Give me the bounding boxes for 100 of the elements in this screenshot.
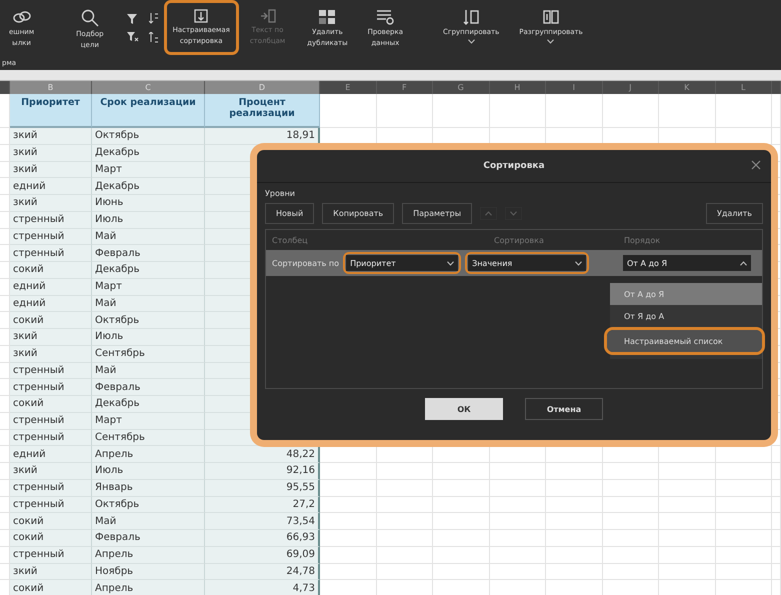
ok-button[interactable]: ОК bbox=[425, 398, 503, 420]
delete-button[interactable]: Удалить bbox=[706, 203, 763, 224]
table-cell: Апрель bbox=[92, 546, 205, 564]
dropdown-option[interactable]: Настраиваемый список bbox=[607, 330, 762, 352]
checklist-icon bbox=[376, 9, 394, 25]
sort-icon[interactable] bbox=[148, 32, 158, 42]
empty-cell bbox=[376, 564, 433, 580]
empty-cell bbox=[376, 463, 433, 480]
empty-cell bbox=[433, 463, 490, 480]
empty-cell bbox=[546, 463, 602, 480]
table-cell: едний bbox=[10, 178, 92, 195]
empty-cell bbox=[602, 94, 659, 128]
column-title: Порядок bbox=[624, 236, 662, 244]
empty-cell bbox=[772, 480, 781, 496]
empty-cell bbox=[433, 564, 490, 580]
table-cell: 66,93 bbox=[205, 530, 320, 547]
empty-cell bbox=[546, 530, 602, 547]
table-cell: зкий bbox=[10, 463, 92, 480]
order-select[interactable]: От А до Я bbox=[623, 255, 751, 271]
table-cell: стренный bbox=[10, 379, 92, 396]
empty-cell bbox=[433, 480, 490, 496]
table-cell: стренный bbox=[10, 430, 92, 446]
table-cell: сокий bbox=[10, 530, 92, 547]
magnifier-icon bbox=[80, 9, 99, 27]
table-cell: Декабрь bbox=[92, 396, 205, 413]
sort-list-icon bbox=[194, 9, 208, 23]
chevron-down-icon bbox=[447, 260, 454, 266]
empty-cell bbox=[716, 463, 772, 480]
table-cell: Ноябрь bbox=[92, 564, 205, 580]
empty-cell bbox=[546, 546, 602, 564]
dialog-button[interactable]: Новый bbox=[265, 203, 314, 224]
empty-cell bbox=[490, 480, 546, 496]
column-select[interactable]: Приоритет bbox=[346, 255, 458, 271]
empty-cell bbox=[716, 530, 772, 547]
table-cell: сокий bbox=[10, 262, 92, 279]
close-icon[interactable] bbox=[751, 160, 761, 170]
empty-cell bbox=[602, 463, 659, 480]
table-cell: Март bbox=[92, 412, 205, 430]
empty-cell bbox=[602, 496, 659, 514]
empty-cell bbox=[602, 513, 659, 530]
empty-cell bbox=[659, 463, 716, 480]
table-cell: Октябрь bbox=[92, 496, 205, 514]
table-cell: Сентябрь bbox=[92, 346, 205, 362]
empty-cell bbox=[546, 496, 602, 514]
empty-cell bbox=[490, 94, 546, 128]
empty-cell bbox=[602, 564, 659, 580]
table-cell: Апрель bbox=[92, 580, 205, 595]
table-cell: едний bbox=[10, 296, 92, 312]
dialog-button[interactable]: Копировать bbox=[322, 203, 394, 224]
cancel-button[interactable]: Отмена bbox=[525, 398, 603, 420]
chevron-down-icon bbox=[510, 211, 518, 216]
dropdown-option[interactable]: От Я до А bbox=[610, 305, 762, 327]
table-cell: Сентябрь bbox=[92, 430, 205, 446]
empty-cell bbox=[772, 128, 781, 145]
empty-cell bbox=[433, 513, 490, 530]
table-cell: зкий bbox=[10, 564, 92, 580]
empty-cell bbox=[376, 530, 433, 547]
empty-cell bbox=[602, 480, 659, 496]
table-cell: Июль bbox=[92, 463, 205, 480]
empty-cell bbox=[490, 463, 546, 480]
empty-cell bbox=[376, 513, 433, 530]
empty-cell bbox=[716, 94, 772, 128]
table-cell: стренный bbox=[10, 362, 92, 380]
sort-on-select[interactable]: Значения bbox=[468, 255, 586, 271]
column-title: Столбец bbox=[272, 236, 309, 244]
sort-icon[interactable] bbox=[148, 12, 158, 24]
empty-cell bbox=[772, 463, 781, 480]
empty-cell bbox=[659, 496, 716, 514]
table-cell: Январь bbox=[92, 480, 205, 496]
table-cell: зкий bbox=[10, 162, 92, 178]
table-cell: стренный bbox=[10, 412, 92, 430]
clear-filter-icon[interactable] bbox=[126, 32, 139, 42]
empty-cell bbox=[772, 513, 781, 530]
table-cell: Май bbox=[92, 362, 205, 380]
empty-cell bbox=[376, 94, 433, 128]
table-cell: сокий bbox=[10, 396, 92, 413]
table-cell: Декабрь bbox=[92, 144, 205, 162]
empty-cell bbox=[490, 564, 546, 580]
empty-cell bbox=[490, 513, 546, 530]
empty-cell bbox=[490, 496, 546, 514]
table-cell: Апрель bbox=[92, 446, 205, 463]
table-cell: Декабрь bbox=[92, 262, 205, 279]
table-cell: зкий bbox=[10, 195, 92, 212]
filter-icon[interactable] bbox=[126, 14, 137, 24]
empty-cell bbox=[772, 530, 781, 547]
table-cell: 18,91 bbox=[205, 128, 320, 145]
ungroup-icon bbox=[542, 9, 559, 25]
table-cell: Июнь bbox=[92, 195, 205, 212]
level-row[interactable]: Сортировать по Приоритет Значения От А до Я bbox=[266, 250, 762, 276]
empty-cell bbox=[546, 480, 602, 496]
table-cell: стренный bbox=[10, 212, 92, 228]
table-cell: стренный bbox=[10, 245, 92, 262]
table-cell: стренный bbox=[10, 546, 92, 564]
dialog-button[interactable]: Параметры bbox=[402, 203, 472, 224]
table-cell: сокий bbox=[10, 312, 92, 329]
empty-cell bbox=[659, 480, 716, 496]
empty-cell bbox=[376, 480, 433, 496]
table-cell: едний bbox=[10, 446, 92, 463]
empty-cell bbox=[659, 546, 716, 564]
empty-cell bbox=[772, 546, 781, 564]
